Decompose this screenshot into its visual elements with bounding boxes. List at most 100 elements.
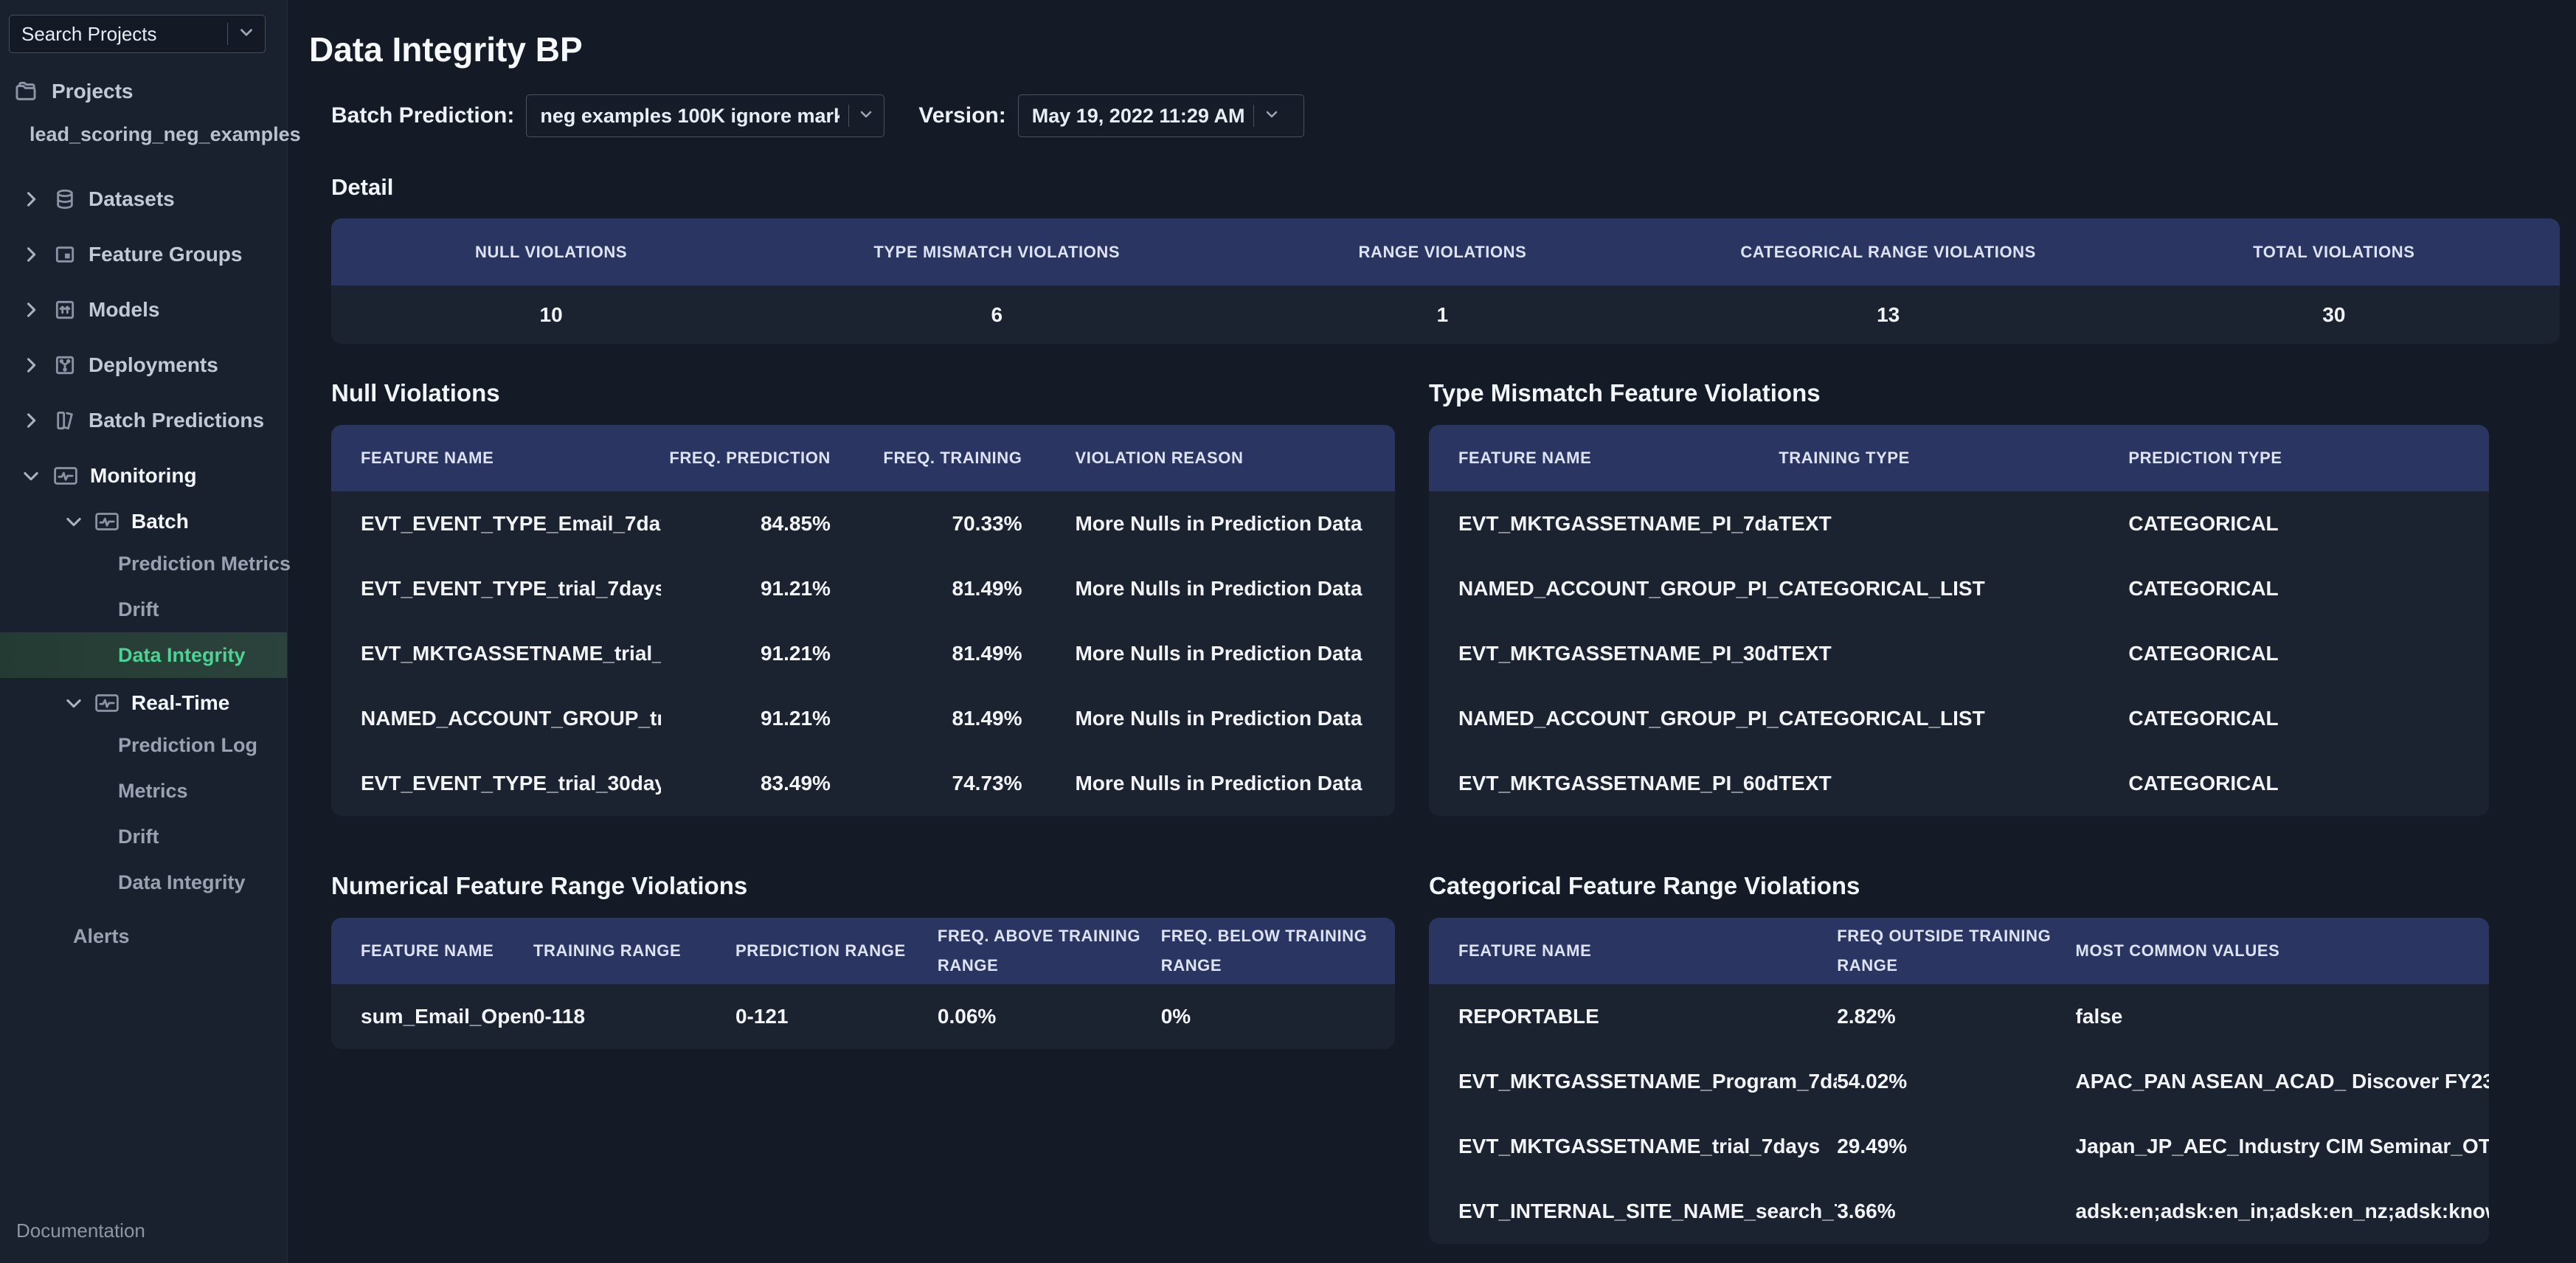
deployments-icon [53,353,77,377]
table-cell: EVT_MKTGASSETNAME_trial_7days [1429,1135,1837,1158]
sidebar-item-prediction-metrics[interactable]: Prediction Metrics [0,541,287,586]
table-cell: EVT_EVENT_TYPE_Email_7days [331,512,661,536]
table-cell: 91.21% [661,707,837,730]
header-cell: FEATURE NAME [331,443,661,473]
sidebar-item-label: Feature Groups [89,243,242,266]
sidebar-item-batch[interactable]: Batch [0,502,287,541]
header-cell: TYPE MISMATCH VIOLATIONS [777,238,1222,267]
sidebar-item-datasets[interactable]: Datasets [0,180,287,218]
table-row: EVT_MKTGASSETNAME_PI_60daysTEXTCATEGORIC… [1429,751,2489,816]
table-cell: 83.49% [661,772,837,795]
table-cell: More Nulls in Prediction Data [1028,642,1394,665]
divider [1253,105,1254,127]
table-cell: 91.21% [661,577,837,601]
categorical-range-section: Categorical Feature Range Violations FEA… [1429,872,2489,1244]
table-cell: sum_Email_Opened_7 [331,1005,533,1028]
version-select[interactable]: May 19, 2022 11:29 AM [1018,94,1304,137]
table-cell: 30 [2114,303,2560,327]
table-cell: NAMED_ACCOUNT_GROUP_trial_7days [331,707,661,730]
table-cell: CATEGORICAL_LIST [1779,707,2128,730]
sidebar-item-projects[interactable]: Projects [0,72,287,111]
table-cell: Japan_JP_AEC_Industry CIM Seminar_OT_505… [2076,1135,2489,1158]
sidebar-project-name[interactable]: lead_scoring_neg_examples [0,118,287,150]
table-cell: adsk:en;adsk:en_in;adsk:en_nz;adsk:knowl… [2076,1200,2489,1223]
sidebar-item-data-integrity-realtime[interactable]: Data Integrity [0,859,287,905]
header-cell: VIOLATION REASON [1028,443,1394,473]
sidebar-item-metrics[interactable]: Metrics [0,768,287,814]
header-cell: NULL VIOLATIONS [331,238,777,267]
table-cell: CATEGORICAL [2128,642,2489,665]
sidebar-item-prediction-log[interactable]: Prediction Log [0,722,287,768]
header-cell: FEATURE NAME [331,936,533,966]
table-cell: 6 [777,303,1222,327]
table-row: REPORTABLE2.82%false [1429,984,2489,1049]
batch-prediction-select[interactable]: neg examples 100K ignore marketo f... [526,94,884,137]
chevron-right-icon [21,410,41,431]
sidebar-item-monitoring[interactable]: Monitoring [0,457,287,495]
header-cell: TRAINING TYPE [1779,443,2128,473]
sidebar-item-feature-groups[interactable]: Feature Groups [0,235,287,274]
type-mismatch-table: FEATURE NAMETRAINING TYPEPREDICTION TYPE… [1429,425,2489,816]
sidebar-item-batch-predictions[interactable]: Batch Predictions [0,401,287,440]
table-cell: 0-118 [533,1005,735,1028]
table-row: NAMED_ACCOUNT_GROUP_PI_30daysCATEGORICAL… [1429,686,2489,751]
table-cell: NAMED_ACCOUNT_GROUP_PI_30days [1429,707,1779,730]
folder-icon [13,79,38,104]
table-row: sum_Email_Opened_70-1180-1210.06%0% [331,984,1395,1049]
type-mismatch-section: Type Mismatch Feature Violations FEATURE… [1429,379,2489,816]
search-input[interactable] [21,23,218,46]
sidebar-item-label: Projects [52,80,134,103]
table-row: EVT_INTERNAL_SITE_NAME_search_7days3.66%… [1429,1179,2489,1244]
table-cell: TEXT [1779,512,2128,536]
sidebar: Projects lead_scoring_neg_examples Datas… [0,0,288,1263]
table-cell: 74.73% [837,772,1028,795]
table-row: EVT_MKTGASSETNAME_Program_7days54.02%APA… [1429,1049,2489,1114]
sidebar-item-models[interactable]: Models [0,291,287,329]
search-projects-select[interactable] [9,15,266,53]
table-cell: REPORTABLE [1429,1005,1837,1028]
sidebar-item-label: Deployments [89,353,218,377]
header-cell: FREQ OUTSIDE TRAINING RANGE [1837,921,2075,980]
sidebar-item-label: Models [89,298,159,322]
sidebar-item-deployments[interactable]: Deployments [0,346,287,384]
table-cell: 29.49% [1837,1135,2075,1158]
sidebar-item-label: Real-Time [131,691,229,715]
table-row: EVT_MKTGASSETNAME_trial_7days91.21%81.49… [331,621,1395,686]
categorical-range-table: FEATURE NAMEFREQ OUTSIDE TRAINING RANGEM… [1429,918,2489,1244]
chevron-down-icon [21,466,41,486]
chevron-right-icon [21,189,41,210]
table-cell: More Nulls in Prediction Data [1028,577,1394,601]
documentation-link[interactable]: Documentation [16,1219,145,1242]
chevron-down-icon [63,511,84,532]
table-cell: CATEGORICAL [2128,512,2489,536]
chevron-down-icon [857,105,875,127]
table-header-row: FEATURE NAMEFREQ OUTSIDE TRAINING RANGEM… [1429,918,2489,984]
header-cell: FEATURE NAME [1429,443,1779,473]
categorical-range-title: Categorical Feature Range Violations [1429,872,2489,900]
header-cell: TRAINING RANGE [533,936,735,966]
sidebar-item-alerts[interactable]: Alerts [0,917,287,955]
table-cell: EVT_MKTGASSETNAME_PI_30days [1429,642,1779,665]
table-cell: More Nulls in Prediction Data [1028,512,1394,536]
sidebar-nav: Projects lead_scoring_neg_examples Datas… [0,53,287,955]
batch-predictions-icon [53,409,77,432]
sidebar-item-data-integrity-batch[interactable]: Data Integrity [0,632,287,678]
sidebar-item-drift-realtime[interactable]: Drift [0,814,287,859]
chevron-down-icon [237,23,256,46]
header-cell: PREDICTION RANGE [735,936,938,966]
header-cell: RANGE VIOLATIONS [1222,238,1668,267]
header-cell: TOTAL VIOLATIONS [2114,238,2560,267]
table-cell: EVT_MKTGASSETNAME_PI_60days [1429,772,1779,795]
table-body: sum_Email_Opened_70-1180-1210.06%0% [331,984,1395,1049]
table-body: 10611330 [331,286,2560,344]
table-header-row: FEATURE NAMEFREQ. PREDICTIONFREQ. TRAINI… [331,425,1395,491]
monitor-pulse-icon [94,692,120,714]
chevron-right-icon [21,244,41,265]
sidebar-item-real-time[interactable]: Real-Time [0,684,287,722]
database-icon [53,187,77,211]
table-body: EVT_MKTGASSETNAME_PI_7daysTEXTCATEGORICA… [1429,491,2489,816]
table-row: EVT_EVENT_TYPE_trial_7days91.21%81.49%Mo… [331,556,1395,621]
table-cell: CATEGORICAL [2128,577,2489,601]
sidebar-item-drift-batch[interactable]: Drift [0,586,287,632]
table-cell: 54.02% [1837,1070,2075,1093]
